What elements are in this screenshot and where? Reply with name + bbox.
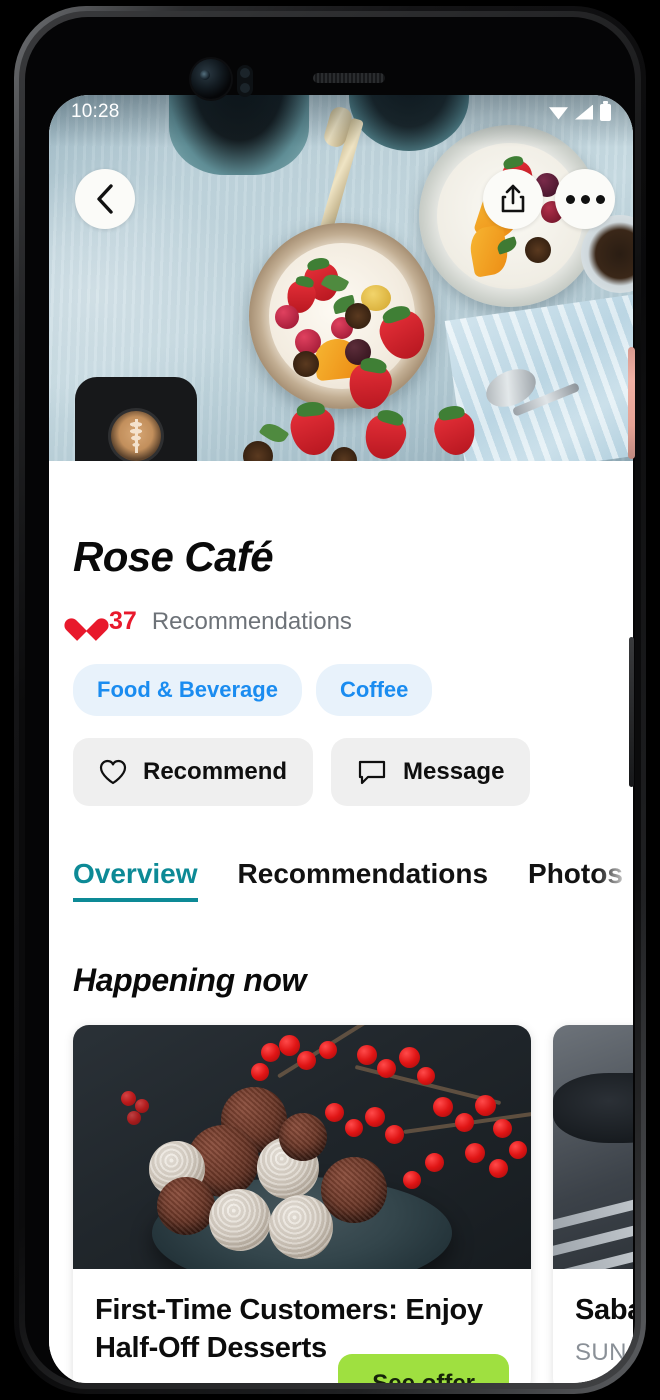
heart-filled-icon [73,609,100,634]
page-title: Rose Café [73,533,274,580]
share-button[interactable] [483,169,543,229]
status-icons [549,100,611,121]
recommendations-label: Recommendations [151,607,352,635]
event-card-list: First-Time Customers: Enjoy Half-Off Des… [73,1025,633,1383]
chevron-left-icon [97,184,113,214]
proximity-sensor [237,65,253,97]
event-card-body: First-Time Customers: Enjoy Half-Off Des… [73,1269,531,1383]
event-card-body: Sabab SUN, O [553,1269,633,1383]
battery-icon [600,100,611,121]
event-card[interactable]: First-Time Customers: Enjoy Half-Off Des… [73,1025,531,1383]
avatar[interactable] [75,377,197,461]
phone-body: 10:28 Rose Café 37 Recommendations Food … [25,17,635,1383]
event-card-title: Sabab [575,1294,633,1326]
cellular-signal-icon [575,104,593,120]
recommendations-count: 37 [109,607,137,635]
share-icon [501,184,525,213]
more-options-button[interactable] [555,169,615,229]
profile-body: Rose Café 37 Recommendations Food & Beve… [49,461,633,1383]
volume-button[interactable] [629,637,634,787]
message-button-label: Message [403,758,505,785]
section-title-happening-now: Happening now [73,962,307,998]
phone-frame-inner: 10:28 Rose Café 37 Recommendations Food … [19,11,641,1389]
power-button[interactable] [628,347,635,459]
event-card-image: 16 OCT [553,1025,633,1269]
tab-bar: Overview Recommendations Photos [73,858,623,904]
status-time: 10:28 [71,101,120,122]
front-camera [191,59,231,99]
tab-recommendations[interactable]: Recommendations [238,858,489,902]
event-card-image [73,1025,531,1269]
action-buttons: Recommend Message [73,738,609,806]
more-horizontal-icon [565,194,605,204]
event-card[interactable]: 16 OCT Sabab SUN, O [553,1025,633,1383]
phone-notch [25,17,635,103]
hero-image: 10:28 [49,95,633,461]
tag-coffee[interactable]: Coffee [315,664,433,716]
earpiece-speaker [313,73,385,83]
tab-overview[interactable]: Overview [73,858,198,902]
chat-bubble-icon [357,759,387,786]
tab-photos[interactable]: Photos [528,858,623,902]
back-button[interactable] [75,169,135,229]
event-card-subtitle: SUN, O [575,1339,633,1367]
recommend-button[interactable]: Recommend [73,738,314,806]
recommendations-row: 37 Recommendations [73,607,609,636]
recommend-button-label: Recommend [143,758,288,785]
message-button[interactable]: Message [331,738,531,806]
wifi-icon [549,107,568,120]
heart-outline-icon [99,759,127,785]
event-card-cta-button[interactable]: See offer [338,1353,509,1383]
tag-food-beverage[interactable]: Food & Beverage [73,664,302,716]
tag-list: Food & Beverage Coffee [73,664,609,716]
phone-frame: 10:28 Rose Café 37 Recommendations Food … [14,6,646,1394]
status-bar: 10:28 [49,95,633,129]
phone-screen: 10:28 Rose Café 37 Recommendations Food … [49,95,633,1383]
